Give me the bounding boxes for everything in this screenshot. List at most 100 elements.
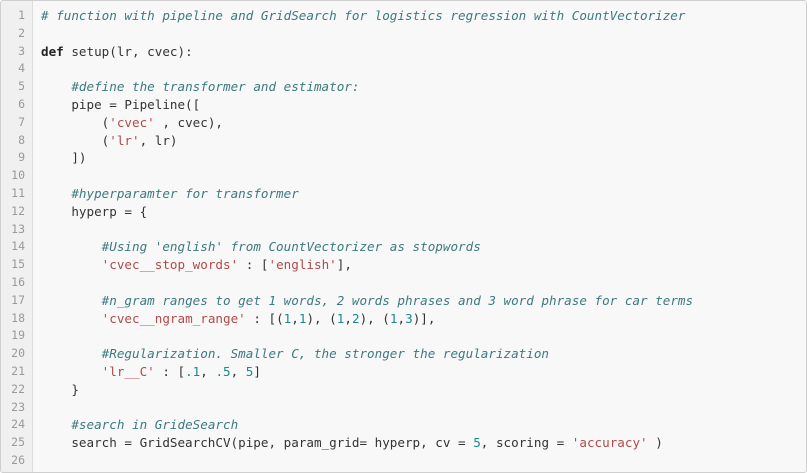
line-number: 23 [11, 399, 25, 414]
code-token-num: 2 [351, 310, 360, 326]
code-token-plain: , [230, 363, 246, 379]
code-text: #n_gram ranges to get 1 words, 2 words p… [41, 292, 693, 310]
code-line: 17 #n_gram ranges to get 1 words, 2 word… [1, 292, 806, 310]
code-token-plain: : [ [154, 363, 186, 379]
code-token-num: .1 [185, 363, 201, 379]
code-line: 15 'cvec__stop_words' : ['english'], [1, 256, 806, 274]
line-number: 3 [18, 43, 25, 58]
code-line: 26 [1, 452, 806, 470]
line-number: 13 [11, 221, 25, 236]
code-line: 14 #Using 'english' from CountVectorizer… [1, 238, 806, 256]
code-text: pipe = Pipeline([ [41, 96, 200, 114]
line-number: 10 [11, 168, 25, 183]
code-text: # function with pipeline and GridSearch … [41, 7, 685, 25]
code-token-num: 5 [473, 435, 481, 451]
code-line: 24 #search in GrideSearch [1, 416, 806, 434]
code-text: search = GridSearchCV(pipe, param_grid= … [41, 434, 663, 452]
line-number: 2 [18, 25, 25, 40]
code-line: 4 [1, 60, 806, 78]
code-lines: 1 # function with pipeline and GridSearch… [1, 7, 806, 472]
code-text: #Using 'english' from CountVectorizer as… [41, 238, 481, 256]
code-token-plain: setup(lr, cvec): [63, 43, 193, 59]
code-token-plain: , [200, 363, 216, 379]
line-number: 14 [11, 239, 25, 254]
line-number: 12 [11, 203, 25, 218]
code-token-plain: , [397, 310, 406, 326]
code-token-str: 'cvec__ngram_range' [101, 310, 246, 326]
code-token-str: 'cvec__stop_words' [101, 257, 239, 273]
code-line: 11 #hyperparamter for transformer [1, 185, 806, 203]
code-token-comment: #n_gram ranges to get 1 words, 2 words p… [101, 292, 694, 308]
code-token-str: 'accuracy' [571, 435, 648, 451]
code-block: 1 # function with pipeline and GridSearch… [0, 0, 807, 473]
code-token-plain: ( [41, 132, 110, 148]
code-text: 'cvec__stop_words' : ['english'], [41, 256, 352, 274]
code-token-plain: ) [647, 435, 663, 451]
code-line: 16 [1, 274, 806, 292]
line-number: 26 [11, 452, 25, 467]
line-number: 9 [18, 150, 25, 165]
code-text: 'lr__C' : [.1, .5, 5] [41, 363, 261, 381]
code-line: 22 } [1, 381, 806, 399]
code-line: 10 [1, 167, 806, 185]
code-line: 5 #define the transformer and estimator: [1, 78, 806, 96]
code-text: #hyperparamter for transformer [41, 185, 299, 203]
code-token-comment: #hyperparamter for transformer [71, 185, 299, 201]
code-token-num: 3 [405, 310, 413, 326]
code-token-plain: ), ( [359, 310, 390, 326]
line-number: 25 [11, 435, 25, 450]
code-token-plain: } [41, 381, 79, 397]
code-text: #define the transformer and estimator: [41, 78, 359, 96]
line-number: 11 [11, 185, 25, 200]
code-token-comment: #Regularization. Smaller C, the stronger… [101, 346, 550, 362]
code-text: #search in GrideSearch [41, 416, 238, 434]
code-text: hyperp = { [41, 203, 147, 221]
code-token-plain: ] [253, 363, 261, 379]
line-number: 1 [18, 8, 25, 22]
code-line: 18 'cvec__ngram_range' : [(1,1), (1,2), … [1, 310, 806, 328]
code-token-kw: def [41, 43, 64, 59]
line-number: 6 [18, 96, 25, 111]
code-token-str: 'lr__C' [101, 363, 155, 379]
code-line: 6 pipe = Pipeline([ [1, 96, 806, 114]
code-token-comment: #Using 'english' from CountVectorizer as… [101, 239, 481, 255]
code-token-plain: search = GridSearchCV(pipe, param_grid= … [41, 435, 474, 451]
code-text: 'cvec__ngram_range' : [(1,1), (1,2), (1,… [41, 310, 436, 328]
line-number: 20 [11, 346, 25, 361]
line-number: 16 [11, 274, 25, 289]
line-number: 8 [18, 132, 25, 147]
code-token-plain: , [291, 310, 299, 326]
code-line: 2 [1, 25, 806, 43]
code-line: 8 ('lr', lr) [1, 132, 806, 150]
line-number: 7 [18, 114, 25, 129]
code-token-str: 'cvec' [109, 114, 155, 130]
code-token-comment: #define the transformer and estimator: [71, 79, 360, 95]
code-line: 13 [1, 221, 806, 239]
line-number: 22 [11, 381, 25, 396]
code-token-plain: , [344, 310, 352, 326]
code-line: 25 search = GridSearchCV(pipe, param_gri… [1, 434, 806, 452]
code-token-plain: pipe = Pipeline([ [41, 96, 201, 112]
code-line: 7 ('cvec' , cvec), [1, 114, 806, 132]
code-line: 1 # function with pipeline and GridSearch… [1, 7, 806, 25]
code-line: 20 #Regularization. Smaller C, the stron… [1, 345, 806, 363]
code-token-comment: #search in GrideSearch [71, 417, 239, 433]
code-token-plain: ]) [41, 150, 87, 166]
code-token-plain: , scoring = [480, 435, 572, 451]
code-text: ('cvec' , cvec), [41, 114, 223, 132]
line-number: 17 [11, 292, 25, 307]
code-token-plain: ), ( [306, 310, 337, 326]
code-token-num: .5 [215, 363, 231, 379]
code-text: #Regularization. Smaller C, the stronger… [41, 345, 549, 363]
code-token-plain: ( [41, 114, 110, 130]
code-text: ('lr', lr) [41, 132, 178, 150]
code-token-plain: ], [336, 257, 352, 273]
code-token-comment: # function with pipeline and GridSearch … [41, 8, 686, 23]
